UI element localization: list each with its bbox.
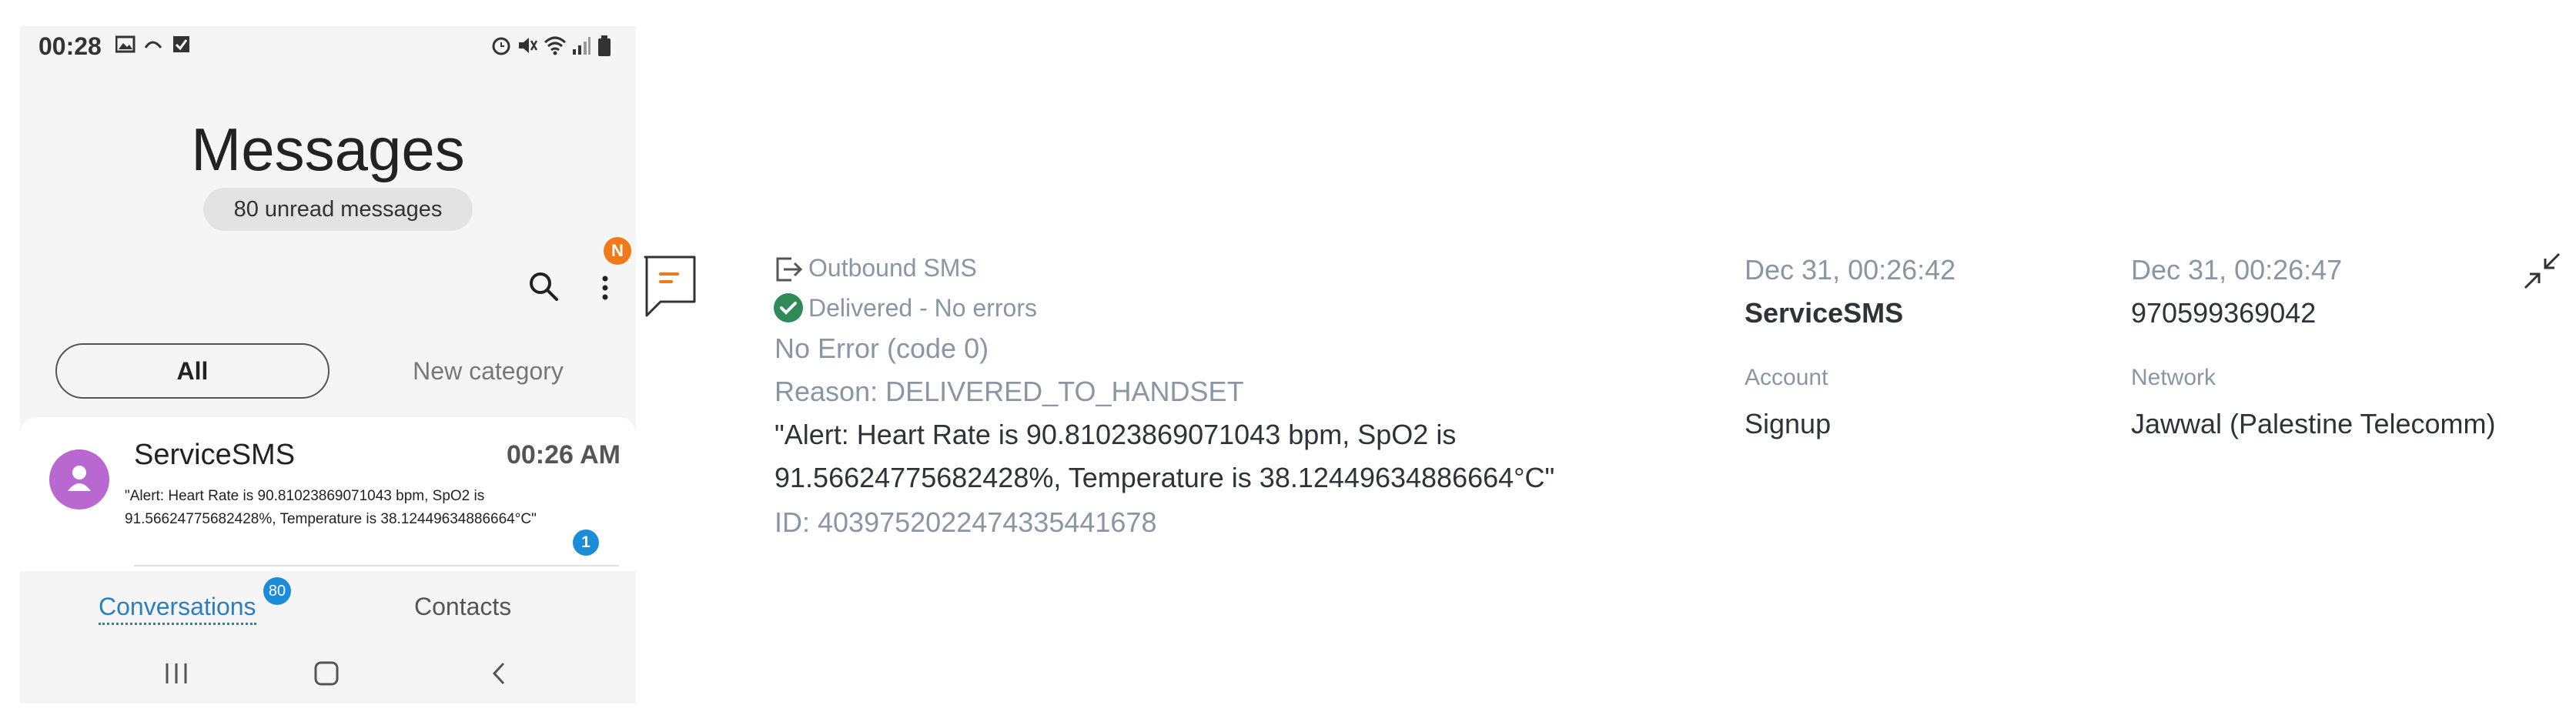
snippet-line: "Alert: Heart Rate is 90.81023869071043 … (125, 488, 485, 504)
home-icon[interactable] (313, 660, 340, 687)
battery-icon (598, 35, 611, 56)
account-value: Signup (1745, 408, 1832, 439)
check-circle-icon (774, 293, 803, 322)
network-value: Jawwal (Palestine Telecomm) (2131, 408, 2496, 439)
account-label: Account (1745, 365, 1828, 390)
sent-timestamp: Dec 31, 00:26:42 (1745, 254, 1956, 286)
call-icon (144, 41, 162, 48)
phone-screen: 00:28 Messages 80 unread messages N All … (20, 26, 636, 703)
unread-count-badge: 80 unread messages (203, 188, 473, 231)
conversation-sender: ServiceSMS (134, 439, 296, 471)
back-icon[interactable] (488, 660, 510, 687)
delivery-reason: Reason: DELIVERED_TO_HANDSET (774, 376, 1244, 407)
sender-name: ServiceSMS (1745, 297, 1904, 329)
conversation-list: ServiceSMS 00:26 AM "Alert: Heart Rate i… (20, 417, 636, 571)
received-timestamp: Dec 31, 00:26:47 (2131, 254, 2343, 286)
delivery-status: Delivered - No errors (808, 294, 1037, 322)
direction-label: Outbound SMS (808, 254, 977, 282)
tab-new-category[interactable]: New category (351, 343, 625, 399)
message-id: ID: 4039752022474335441678 (774, 506, 1157, 538)
status-bar: 00:28 (20, 26, 636, 66)
conversation-time: 00:26 AM (506, 440, 621, 469)
avatar (49, 449, 109, 510)
more-icon[interactable] (599, 271, 611, 305)
outbound-icon (776, 257, 803, 282)
notification-badge: N (604, 237, 631, 265)
conversations-count-badge: 80 (263, 577, 291, 605)
divider (134, 565, 619, 566)
nav-contacts[interactable]: Contacts (414, 593, 511, 621)
tab-all[interactable]: All (55, 343, 330, 399)
signal-icon (573, 37, 590, 55)
message-icon (644, 256, 696, 317)
check-box-icon (173, 36, 189, 52)
screenshot-root: 00:28 Messages 80 unread messages N All … (0, 0, 2576, 725)
recent-apps-icon[interactable] (163, 660, 189, 687)
alarm-icon (492, 37, 510, 55)
message-body-line: "Alert: Heart Rate is 90.81023869071043 … (774, 419, 1457, 450)
snippet-line: 91.56624775682428%, Temperature is 38.12… (125, 511, 537, 527)
mute-icon (519, 38, 537, 53)
bottom-nav: Conversations 80 Contacts (20, 571, 636, 640)
nav-conversations[interactable]: Conversations (99, 593, 256, 625)
image-icon (115, 35, 135, 53)
avatar-person-icon (68, 466, 91, 491)
conversation-snippet: "Alert: Heart Rate is 90.81023869071043 … (125, 485, 587, 531)
error-code: No Error (code 0) (774, 332, 989, 364)
message-body-line: 91.56624775682428%, Temperature is 38.12… (774, 462, 1555, 493)
status-time: 00:28 (38, 32, 102, 60)
wifi-icon (544, 36, 567, 55)
app-title: Messages (191, 115, 465, 183)
recipient-number: 970599369042 (2131, 297, 2317, 329)
network-label: Network (2131, 365, 2216, 390)
system-nav-bar (20, 654, 636, 700)
unread-count: 1 (573, 530, 599, 556)
search-icon[interactable] (528, 271, 559, 302)
collapse-icon[interactable] (2522, 251, 2562, 291)
